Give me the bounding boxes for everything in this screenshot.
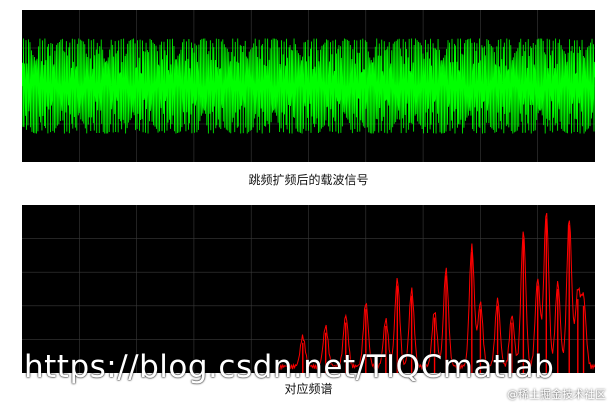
site-watermark: @稀土掘金技术社区 — [507, 388, 606, 401]
spectrum-series-line — [279, 212, 595, 371]
carrier-signal-svg — [22, 10, 595, 162]
carrier-signal-plot — [22, 10, 595, 162]
spectrum-svg — [22, 205, 595, 373]
carrier-signal-caption: 跳频扩频后的载波信号 — [248, 173, 369, 187]
spectrum-plot — [22, 205, 595, 373]
